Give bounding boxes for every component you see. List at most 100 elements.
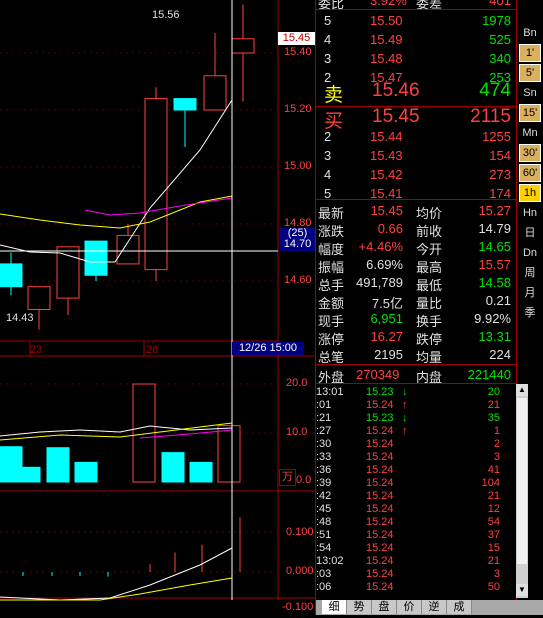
buy-level: 3 [324,148,332,163]
tick-time: :30 [316,438,332,450]
period-button-8[interactable]: 1h [519,184,541,202]
scroll-down-arrow[interactable]: ▼ [516,584,528,596]
candle-body [0,263,23,288]
tick-price: 15.24 [366,516,394,528]
sell-price: 15.46 [372,80,420,101]
bottom-tab-0[interactable]: 细 [322,600,347,614]
period-button-7[interactable]: 60' [519,164,541,182]
tick-price: 15.24 [366,555,394,567]
tick-scrollbar[interactable]: ▲ ▼ [516,384,528,598]
stat-row: 幅度 +4.46% 今开 14.65 [316,238,515,257]
period-button-6[interactable]: 30' [519,144,541,162]
period-button-3[interactable]: Sn [519,84,541,102]
tick-arrow: ↑ [402,399,408,411]
buy-price: 15.43 [370,148,403,163]
buy-price: 15.45 [372,106,420,127]
bottom-tab-2[interactable]: 盘 [372,600,397,614]
buy-row-2: 2 15.44 1255 [316,128,515,145]
sell-volume: 474 [479,80,511,101]
tick-price: 15.24 [366,568,394,580]
buy-level: 2 [324,129,332,144]
tick-time: :48 [316,516,332,528]
stat-value: 6,951 [370,311,403,326]
crosshair-price-tag: (25) 14.70 [280,228,315,251]
period-button-10[interactable]: 日 [519,224,541,242]
period-button-1[interactable]: 1' [519,44,541,62]
period-button-5[interactable]: Mn [519,124,541,142]
stat-row: 现手 6,951 换手 9.92% [316,310,515,329]
axis-price-1500: 15.00 [284,160,312,172]
tick-price: 15.24 [366,477,394,489]
date-label-26: 26 [146,344,159,356]
period-button-0[interactable]: Bn [519,24,541,42]
sell-level: 5 [324,13,332,28]
stat-value: 14.79 [478,221,511,236]
tick-arrow: ↓ [402,412,408,424]
tick-time: 13:02 [316,555,344,567]
bottom-tab-5[interactable]: 成 [447,600,472,614]
bottom-tab-1[interactable]: 势 [347,600,372,614]
scroll-thumb[interactable] [517,398,527,564]
tick-time: :54 [316,542,332,554]
candle-body [84,240,108,276]
wei-bi-row: 委比 3.92% 委差 401 [318,0,511,11]
tick-arrow: ↑ [402,425,408,437]
tick-volume: 3 [493,568,500,580]
tick-price: 15.24 [366,451,394,463]
macd-dea [0,577,233,601]
stat-value: 15.45 [370,203,403,218]
vol-axis-0: 0.0 [296,474,312,486]
buy-row-4: 4 15.42 273 [316,166,515,183]
bottom-tab-3[interactable]: 价 [397,600,422,614]
stat-row: 涨跌 0.66 前收 14.79 [316,220,515,239]
sell-volume: 340 [489,51,511,66]
stat-value: 15.27 [478,203,511,218]
stat-value: 224 [489,347,511,362]
tick-volume: 12 [487,503,500,515]
high-price-label: 15.56 [152,9,180,21]
period-button-12[interactable]: 周 [519,264,541,282]
period-button-14[interactable]: 季 [519,304,541,322]
volume-bar [74,461,98,483]
stat-value: 13.31 [478,329,511,344]
sell-price: 15.48 [370,51,403,66]
kline-svg [0,0,315,601]
tick-price: 15.24 [366,581,394,593]
period-button-13[interactable]: 月 [519,284,541,302]
period-button-2[interactable]: 5' [519,64,541,82]
buy-volume: 2115 [470,106,511,127]
vol-axis-20: 20.0 [286,377,308,389]
stat-value: 2195 [374,347,403,362]
kline-chart[interactable]: 15.56 14.43 15.40 15.20 15.00 14.80 14.6… [0,0,315,615]
stat-value: 16.27 [370,329,403,344]
stat-value: 15.57 [478,257,511,272]
period-button-11[interactable]: Dn [519,244,541,262]
stat-row: 金额 7.5亿 量比 0.21 [316,292,515,311]
buy-volume: 273 [489,167,511,182]
tick-volume: 37 [487,529,500,541]
volume-bar [161,452,185,483]
bottom-tab-4[interactable]: 逆 [422,600,447,614]
volume-bar [17,466,41,483]
candle-body [144,98,168,271]
tick-time: :01 [316,399,332,411]
tick-volume: 104 [481,477,500,489]
tick-price: 15.23 [366,412,394,424]
period-button-9[interactable]: Hn [519,204,541,222]
tick-time: 13:01 [316,386,344,398]
scroll-up-arrow[interactable]: ▲ [516,384,528,396]
sell-row-4: 4 15.49 525 [316,31,515,48]
sell-volume: 525 [489,32,511,47]
period-button-4[interactable]: 15' [519,104,541,122]
candle-body [231,38,255,54]
stat-value: 14.65 [478,239,511,254]
ma5-line [0,99,233,263]
tick-time: :39 [316,477,332,489]
tick-volume: 54 [487,516,500,528]
sell-level: 4 [324,32,332,47]
tick-price: 15.24 [366,399,394,411]
tick-volume: 21 [487,399,500,411]
crosshair-date-tag: 12/26 15:00 [232,342,304,355]
macd-axis-0000: 0.000 [286,565,314,577]
axis-price-1460: 14.60 [284,274,312,286]
